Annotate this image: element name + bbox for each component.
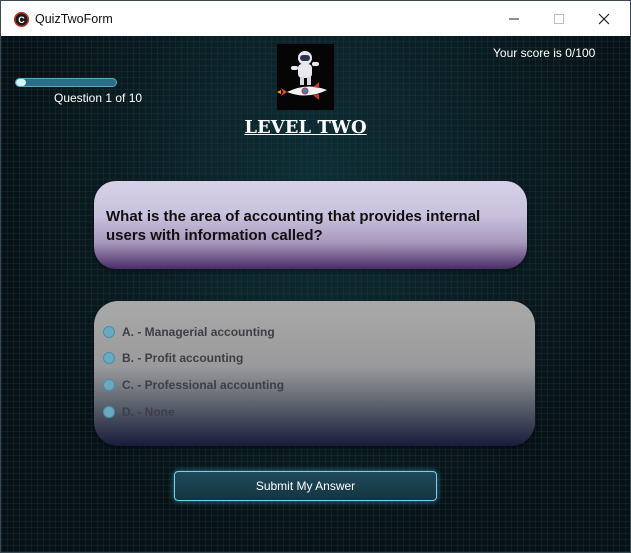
astronaut-rocket-icon	[277, 44, 334, 110]
option-label: A. - Managerial accounting	[122, 325, 275, 339]
option-a[interactable]: A. - Managerial accounting	[103, 325, 275, 339]
submit-answer-button[interactable]: Submit My Answer	[174, 471, 437, 501]
option-label: D. - None	[122, 405, 175, 419]
app-icon: C	[14, 12, 29, 27]
close-button[interactable]	[581, 1, 627, 36]
question-counter: Question 1 of 10	[54, 91, 143, 105]
option-c[interactable]: C. - Professional accounting	[103, 378, 284, 392]
maximize-button[interactable]	[536, 1, 582, 36]
option-b[interactable]: B. - Profit accounting	[103, 351, 243, 365]
maximize-icon	[554, 13, 564, 24]
radio-button-icon[interactable]	[103, 326, 115, 338]
minimize-icon	[509, 18, 519, 19]
astronaut-rocket-logo	[277, 44, 334, 110]
option-label: C. - Professional accounting	[122, 378, 285, 392]
title-bar: C QuizTwoForm	[1, 1, 630, 36]
radio-button-icon[interactable]	[103, 379, 115, 391]
score-label: Your score is 0/100	[493, 46, 596, 60]
app-window: C QuizTwoForm Question 1 of 10 Your scor…	[0, 0, 631, 553]
option-label: B. - Profit accounting	[122, 351, 244, 365]
window-title: QuizTwoForm	[35, 12, 113, 26]
level-title: LEVEL TWO	[244, 117, 367, 138]
quiz-area: Question 1 of 10 Your score is 0/100 LEV…	[1, 36, 630, 552]
minimize-button[interactable]	[491, 1, 537, 36]
question-panel: What is the area of accounting that prov…	[94, 181, 527, 269]
radio-button-icon[interactable]	[103, 406, 115, 418]
question-progress-bar	[15, 78, 117, 87]
progress-fill	[16, 79, 26, 86]
option-d[interactable]: D. - None	[103, 405, 175, 419]
question-text: What is the area of accounting that prov…	[106, 208, 481, 244]
close-icon	[598, 13, 610, 24]
answer-options-panel: A. - Managerial accounting B. - Profit a…	[94, 301, 535, 446]
radio-button-icon[interactable]	[103, 352, 115, 364]
